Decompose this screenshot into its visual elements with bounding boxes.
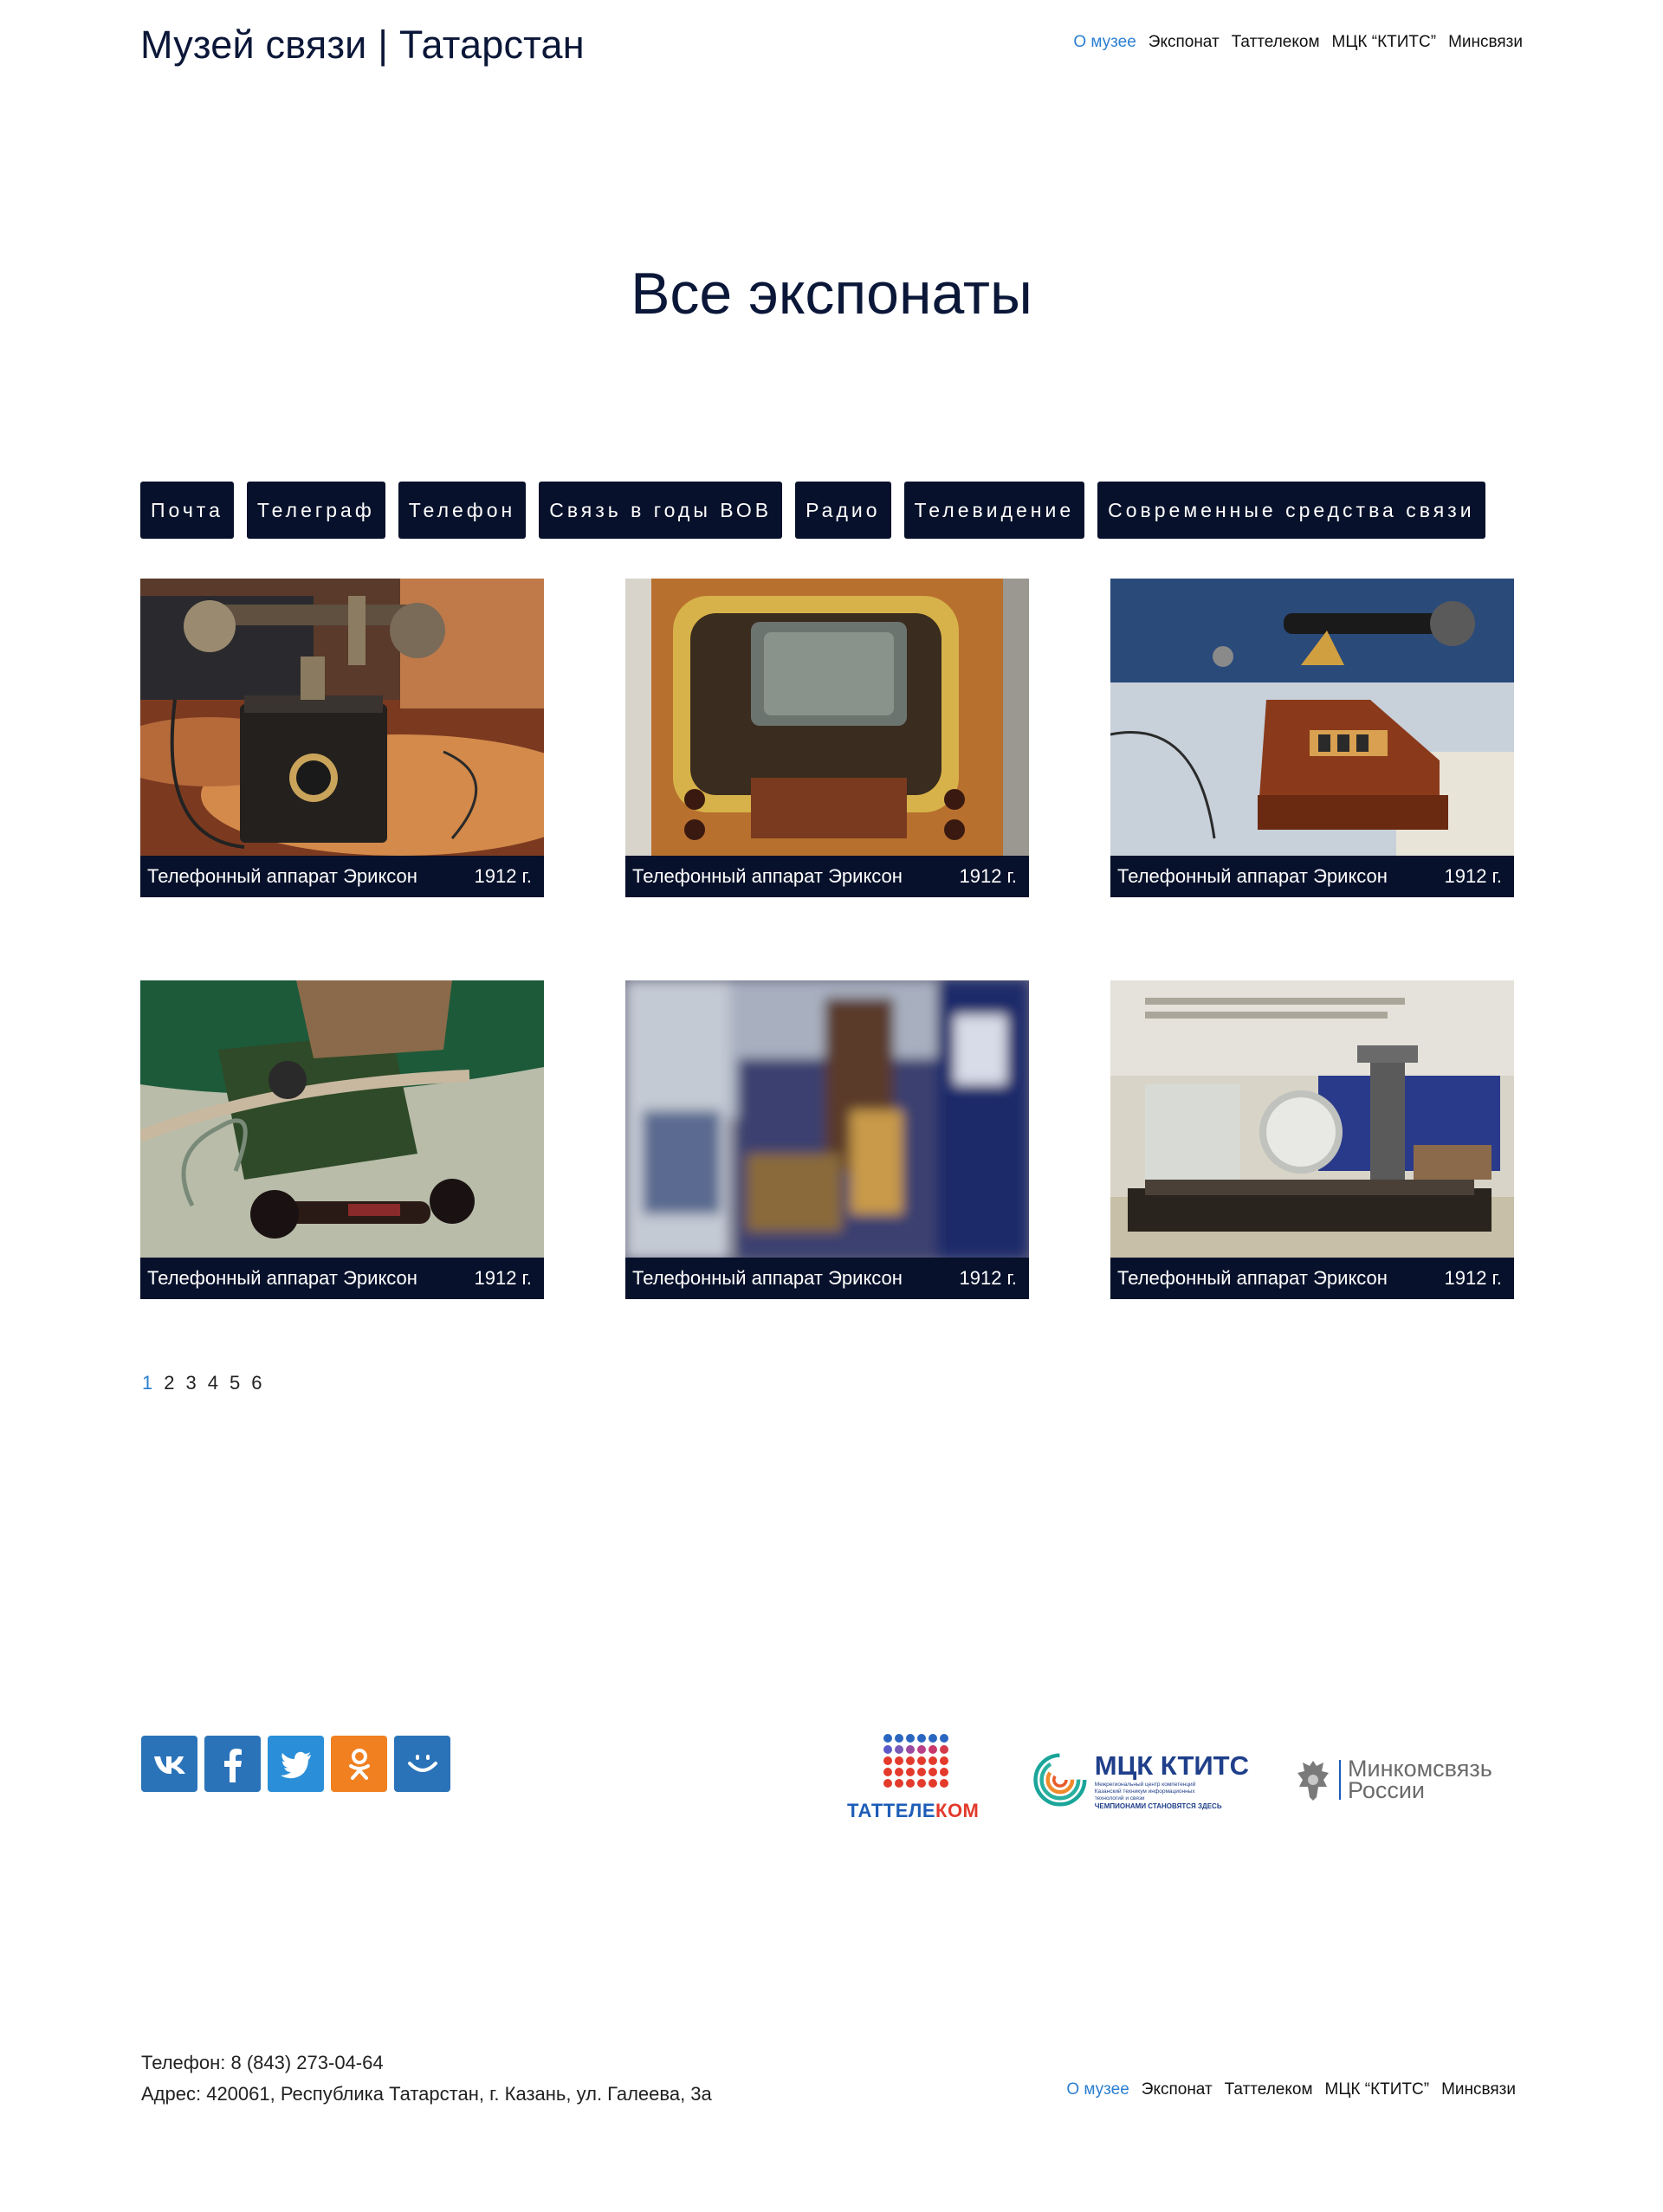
footer-nav-item-minsvyazi[interactable]: Минсвязи [1441, 2080, 1516, 2099]
page-title: Все экспонаты [631, 261, 1032, 327]
category-button-televidenie[interactable]: Телевидение [903, 482, 1085, 539]
category-button-modern[interactable]: Современные средства связи [1097, 482, 1485, 539]
exhibit-caption: Телефонный аппарат Эриксон 1912 г. [140, 1258, 544, 1299]
exhibit-year: 1912 г. [474, 865, 532, 887]
exhibit-year: 1912 г. [959, 1267, 1017, 1289]
page-link[interactable]: 4 [208, 1372, 218, 1394]
category-button-radio[interactable]: Радио [795, 482, 891, 539]
mail-ru-icon [407, 1754, 437, 1772]
category-button-telegraf[interactable]: Телеграф [246, 482, 385, 539]
top-nav: О музее Экспонат Таттелеком МЦК “КТИТС” … [1073, 33, 1523, 52]
exhibit-title: Телефонный аппарат Эриксон [147, 1267, 417, 1289]
exhibit-card[interactable]: Телефонный аппарат Эриксон 1912 г. [140, 980, 544, 1299]
switchboard-telephone-photo [1110, 579, 1514, 857]
twitter-icon [280, 1751, 311, 1778]
exhibit-card[interactable]: Телефонный аппарат Эриксон 1912 г. [625, 579, 1029, 897]
exhibit-grid: Телефонный аппарат Эриксон 1912 г. Телеф… [140, 579, 1524, 1299]
exhibit-year: 1912 г. [959, 865, 1017, 887]
ktits-logo[interactable]: МЦК КТИТС Межрегиональный центр компетен… [1032, 1745, 1249, 1814]
wall-telephone-photo [140, 579, 544, 857]
ktits-swirl-icon [1033, 1753, 1087, 1807]
nav-item-tattelecom[interactable]: Таттелеком [1232, 33, 1320, 52]
social-links [141, 1736, 450, 1792]
telegraph-apparatus-photo [1110, 980, 1514, 1259]
category-filter: Почта Телеграф Телефон Связь в годы ВОВ … [140, 482, 1485, 539]
exhibit-card[interactable]: Телефонный аппарат Эриксон 1912 г. [1110, 579, 1514, 897]
contact-phone: Телефон: 8 (843) 273-04-64 [141, 2052, 384, 2073]
field-telephone-photo [140, 980, 544, 1259]
page-link[interactable]: 6 [251, 1372, 262, 1394]
exhibit-title: Телефонный аппарат Эриксон [147, 865, 417, 887]
facebook-button[interactable] [204, 1736, 261, 1792]
ktits-wordmark: МЦК КТИТС Межрегиональный центр компетен… [1094, 1750, 1249, 1810]
mincomsvyaz-wordmark: Минкомсвязь России [1348, 1756, 1492, 1803]
page-link[interactable]: 3 [186, 1372, 197, 1394]
mincomsvyaz-logo[interactable]: Минкомсвязь России [1294, 1754, 1528, 1806]
site-title[interactable]: Музей связи | Татарстан [140, 23, 585, 68]
exhibit-year: 1912 г. [1444, 1267, 1502, 1289]
exhibit-caption: Телефонный аппарат Эриксон 1912 г. [1110, 1258, 1514, 1299]
exhibit-year: 1912 г. [474, 1267, 532, 1289]
vk-button[interactable] [141, 1736, 197, 1792]
exhibit-title: Телефонный аппарат Эриксон [1117, 865, 1388, 887]
footer-nav-item-ktits[interactable]: МЦК “КТИТС” [1325, 2080, 1430, 2099]
odnoklassniki-icon [348, 1748, 370, 1780]
nav-item-ktits[interactable]: МЦК “КТИТС” [1332, 33, 1437, 52]
footer-nav: О музее Экспонат Таттелеком МЦК “КТИТС” … [1066, 2080, 1516, 2099]
category-button-vov[interactable]: Связь в годы ВОВ [539, 482, 783, 539]
exhibit-card[interactable]: Телефонный аппарат Эриксон 1912 г. [625, 980, 1029, 1299]
exhibit-caption: Телефонный аппарат Эриксон 1912 г. [625, 856, 1029, 897]
exhibit-card[interactable]: Телефонный аппарат Эриксон 1912 г. [1110, 980, 1514, 1299]
exhibit-title: Телефонный аппарат Эриксон [632, 865, 903, 887]
page-link[interactable]: 2 [164, 1372, 174, 1394]
coat-of-arms-icon [1297, 1761, 1329, 1801]
exhibit-caption: Телефонный аппарат Эриксон 1912 г. [1110, 856, 1514, 897]
facebook-icon [223, 1748, 242, 1782]
exhibit-title: Телефонный аппарат Эриксон [1117, 1267, 1388, 1289]
exhibit-year: 1912 г. [1444, 865, 1502, 887]
logo-divider [1339, 1760, 1341, 1800]
page-link[interactable]: 1 [142, 1372, 152, 1394]
nav-item-exhibit[interactable]: Экспонат [1149, 33, 1220, 52]
tattelecom-wordmark: ТАТТЕЛЕКОМ [847, 1800, 980, 1821]
pagination: 1 2 3 4 5 6 [142, 1372, 262, 1394]
vk-icon [153, 1756, 185, 1774]
nav-item-minsvyazi[interactable]: Минсвязи [1448, 33, 1523, 52]
page-link[interactable]: 5 [230, 1372, 240, 1394]
footer-nav-item-exhibit[interactable]: Экспонат [1142, 2080, 1213, 2099]
footer-nav-item-about[interactable]: О музее [1066, 2080, 1129, 2099]
contact-address: Адрес: 420061, Республика Татарстан, г. … [141, 2083, 712, 2105]
tattelecom-logo[interactable]: ТАТТЕЛЕКОМ [847, 1734, 980, 1821]
category-button-telefon[interactable]: Телефон [398, 482, 527, 539]
contacts: Телефон: 8 (843) 273-04-64 Адрес: 420061… [141, 2047, 712, 2110]
tattelecom-dots-icon [883, 1734, 948, 1788]
television-photo [625, 579, 1029, 857]
exhibit-caption: Телефонный аппарат Эриксон 1912 г. [625, 1258, 1029, 1299]
mail-ru-button[interactable] [394, 1736, 450, 1792]
exhibit-card[interactable]: Телефонный аппарат Эриксон 1912 г. [140, 579, 544, 897]
exhibit-title: Телефонный аппарат Эриксон [632, 1267, 903, 1289]
exhibit-caption: Телефонный аппарат Эриксон 1912 г. [140, 856, 544, 897]
twitter-button[interactable] [268, 1736, 324, 1792]
footer-nav-item-tattelecom[interactable]: Таттелеком [1225, 2080, 1313, 2099]
museum-room-photo [625, 980, 1029, 1259]
nav-item-about[interactable]: О музее [1073, 33, 1136, 52]
category-button-pochta[interactable]: Почта [140, 482, 234, 539]
odnoklassniki-button[interactable] [331, 1736, 387, 1792]
